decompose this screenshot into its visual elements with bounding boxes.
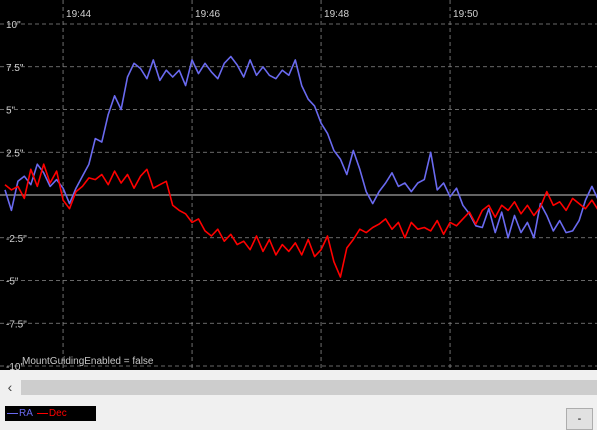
- dec-swatch: [36, 413, 48, 414]
- scroll-left-icon[interactable]: ‹: [0, 375, 20, 399]
- ra-swatch: [7, 413, 18, 414]
- y-tick-label: -2.5": [6, 234, 27, 245]
- scroll-thumb[interactable]: [21, 380, 597, 395]
- horizontal-scrollbar[interactable]: ‹: [0, 375, 597, 399]
- legend-item-ra[interactable]: RA: [7, 408, 33, 419]
- x-tick-label: 19:48: [324, 9, 349, 20]
- y-tick-label: 2.5": [6, 148, 24, 159]
- minus-button[interactable]: -: [566, 408, 593, 430]
- y-tick-label: 10": [6, 20, 21, 31]
- x-tick-label: 19:44: [66, 9, 91, 20]
- series-line-dec: [4, 163, 597, 278]
- y-tick-label: -7.5": [6, 319, 27, 330]
- legend-label-ra: RA: [19, 408, 33, 419]
- legend-label-dec: Dec: [48, 408, 67, 419]
- y-tick-label: 5": [6, 106, 16, 117]
- y-tick-label: -5": [6, 277, 19, 288]
- status-text: MountGuidingEnabled = false: [22, 356, 154, 367]
- graph-canvas: 10"7.5"5"2.5"-2.5"-5"-7.5"-10"19:44 19:46…: [0, 0, 597, 370]
- legend-item-dec[interactable]: Dec: [36, 408, 67, 419]
- guide-graph: 10" 7.5" 5" 2.5" -2.5" -5" -7.5" -10" 19:44 19:46…: [0, 0, 597, 370]
- y-tick-label: 7.5": [6, 63, 24, 74]
- x-tick-label: 19:50: [453, 9, 478, 20]
- legend: RA Dec: [5, 406, 96, 421]
- x-tick-label: 19:46: [195, 9, 220, 20]
